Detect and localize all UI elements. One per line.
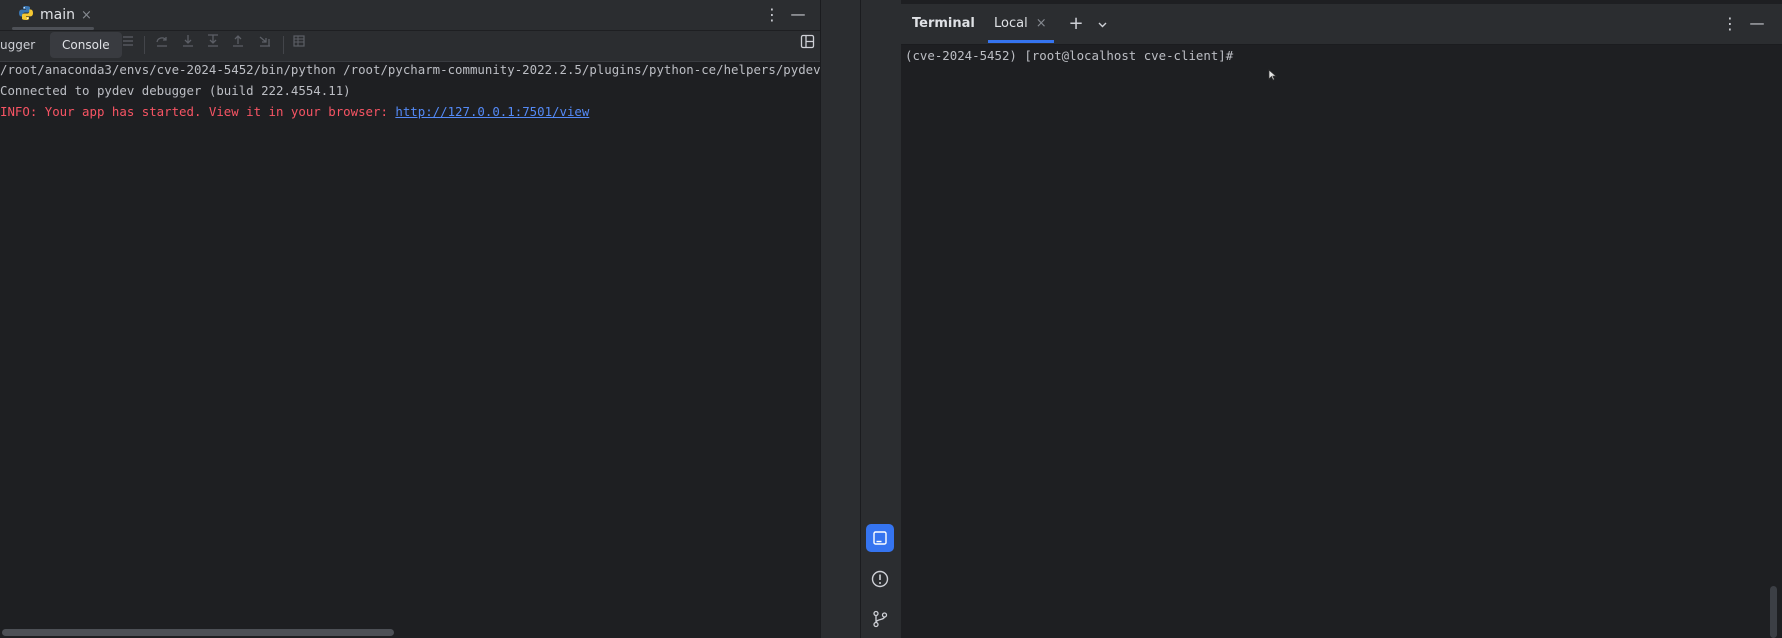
- step-out-icon[interactable]: [227, 34, 249, 56]
- table-icon[interactable]: [288, 34, 310, 56]
- info-message: INFO: Your app has started. View it in y…: [0, 104, 396, 119]
- close-tab-icon[interactable]: ×: [81, 8, 92, 23]
- step-over-icon[interactable]: [151, 34, 173, 56]
- layout-icon[interactable]: [796, 34, 818, 56]
- minimize-icon[interactable]: —: [790, 2, 806, 28]
- console-output[interactable]: /root/anaconda3/envs/cve-2024-5452/bin/p…: [0, 60, 873, 620]
- list-icon[interactable]: [117, 34, 139, 56]
- console-line-info: INFO: Your app has started. View it in y…: [0, 104, 589, 119]
- editor-gutter-area: [820, 0, 861, 638]
- tab-console[interactable]: Console: [50, 32, 122, 58]
- horizontal-scrollbar-thumb[interactable]: [2, 629, 394, 636]
- toolbar-separator: [283, 36, 284, 54]
- problems-icon[interactable]: [866, 564, 894, 592]
- run-tab-bar: [0, 0, 820, 30]
- mouse-pointer-icon: [1268, 69, 1277, 84]
- chevron-down-icon[interactable]: [1092, 12, 1112, 36]
- run-tab-main[interactable]: main ×: [18, 0, 92, 30]
- more-options-icon[interactable]: ⋮: [764, 2, 780, 28]
- new-tab-icon[interactable]: +: [1066, 12, 1086, 36]
- terminal-tab-indicator: [988, 40, 1054, 43]
- console-line-command: /root/anaconda3/envs/cve-2024-5452/bin/p…: [0, 62, 873, 77]
- python-icon: [18, 5, 34, 25]
- toolbar-separator: [144, 36, 145, 54]
- more-options-icon[interactable]: ⋮: [1722, 12, 1738, 36]
- git-icon[interactable]: [866, 604, 894, 632]
- vertical-scrollbar-thumb[interactable]: [1770, 586, 1777, 638]
- terminal-title: Terminal: [912, 16, 975, 31]
- terminal-tab-local[interactable]: Local ×: [994, 4, 1047, 44]
- run-to-cursor-icon[interactable]: [254, 34, 276, 56]
- force-step-into-icon[interactable]: [202, 34, 224, 56]
- app-url-link[interactable]: http://127.0.0.1:7501/view: [395, 104, 589, 119]
- terminal-panel[interactable]: [901, 0, 1782, 638]
- tab-debugger[interactable]: ugger: [0, 30, 35, 60]
- step-into-icon[interactable]: [177, 34, 199, 56]
- terminal-tab-label: Local: [994, 16, 1028, 31]
- close-tab-icon[interactable]: ×: [1036, 4, 1047, 44]
- console-line-connected: Connected to pydev debugger (build 222.4…: [0, 83, 351, 98]
- terminal-icon[interactable]: [866, 524, 894, 552]
- minimize-icon[interactable]: —: [1748, 12, 1766, 36]
- terminal-prompt[interactable]: (cve-2024-5452) [root@localhost cve-clie…: [905, 48, 1233, 63]
- run-tab-label: main: [40, 7, 75, 23]
